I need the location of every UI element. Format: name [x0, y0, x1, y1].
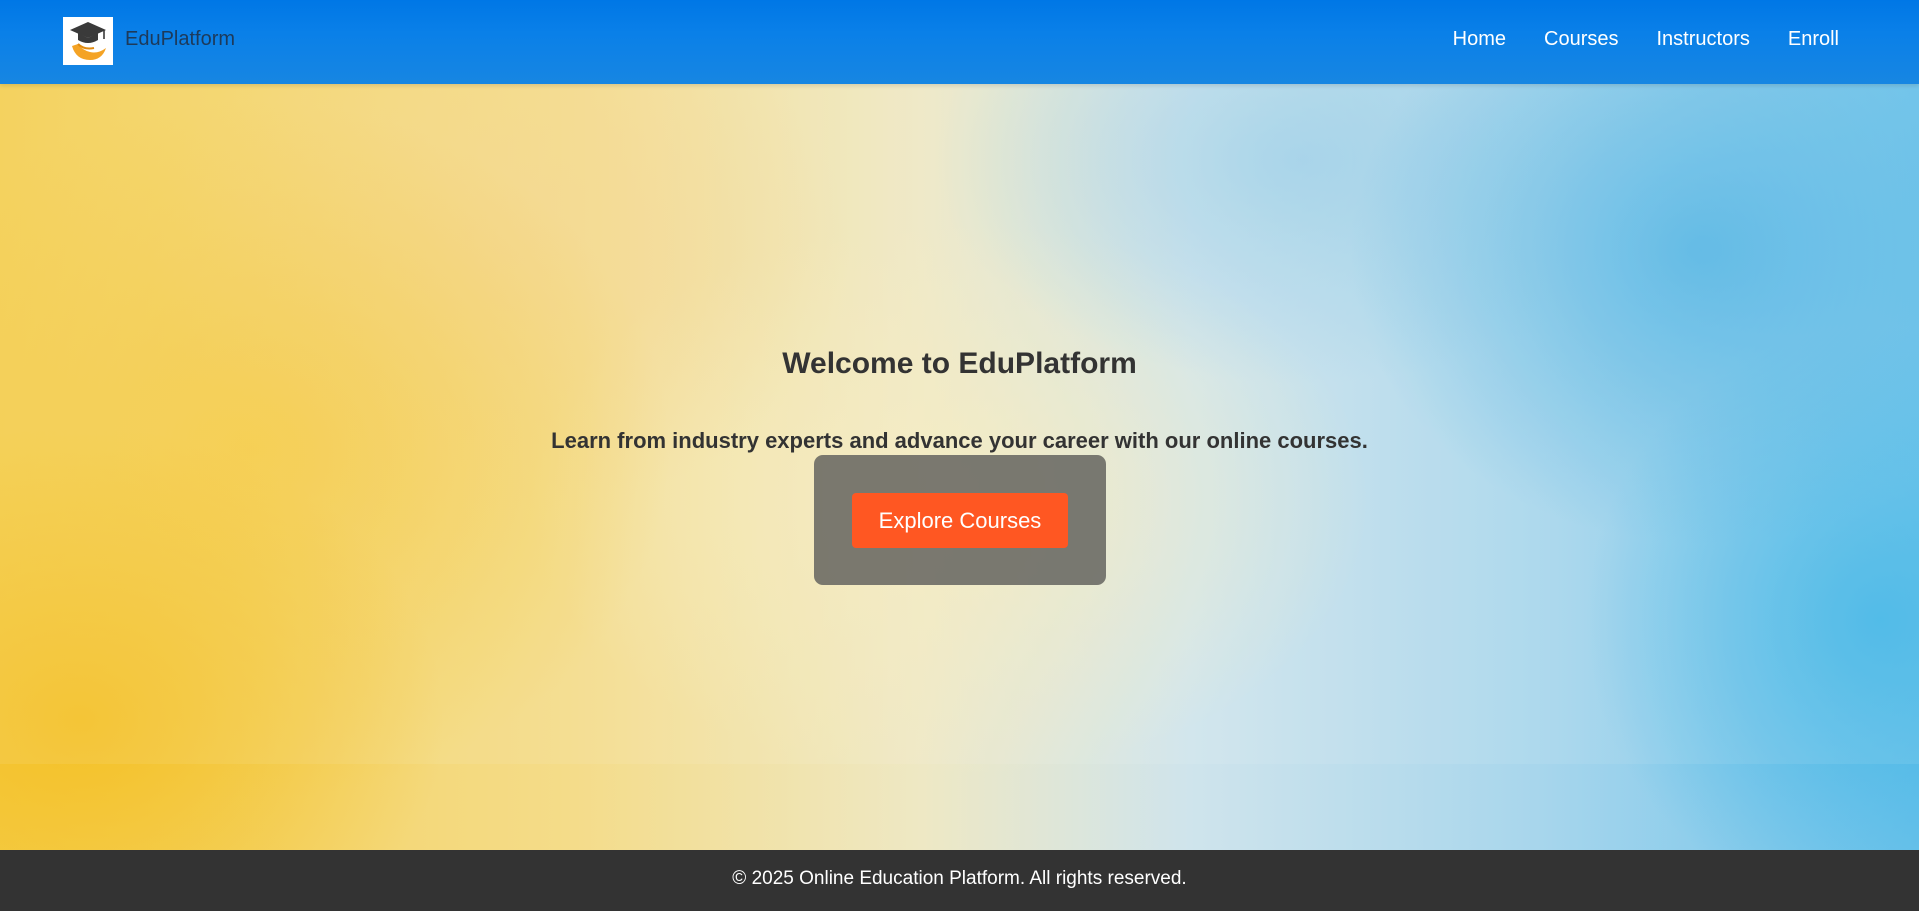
cta-panel: Explore Courses — [814, 455, 1106, 585]
site-footer: © 2025 Online Education Platform. All ri… — [0, 850, 1919, 911]
logo[interactable] — [63, 17, 113, 65]
hero-subtitle: Learn from industry experts and advance … — [551, 428, 1368, 453]
copyright-text: © 2025 Online Education Platform. All ri… — [732, 868, 1187, 889]
brand-name[interactable]: EduPlatform — [125, 28, 235, 51]
nav-link-home[interactable]: Home — [1453, 28, 1506, 51]
main-nav: Home Courses Instructors Enroll — [1453, 28, 1839, 51]
hero-title: Welcome to EduPlatform — [782, 347, 1137, 380]
hero-section: Welcome to EduPlatform Learn from indust… — [0, 84, 1919, 764]
nav-link-courses[interactable]: Courses — [1544, 28, 1618, 51]
site-header: EduPlatform Home Courses Instructors Enr… — [0, 0, 1919, 84]
nav-link-enroll[interactable]: Enroll — [1788, 28, 1839, 51]
nav-link-instructors[interactable]: Instructors — [1657, 28, 1750, 51]
graduation-cap-hand-icon — [70, 22, 106, 60]
explore-courses-button[interactable]: Explore Courses — [852, 493, 1068, 548]
